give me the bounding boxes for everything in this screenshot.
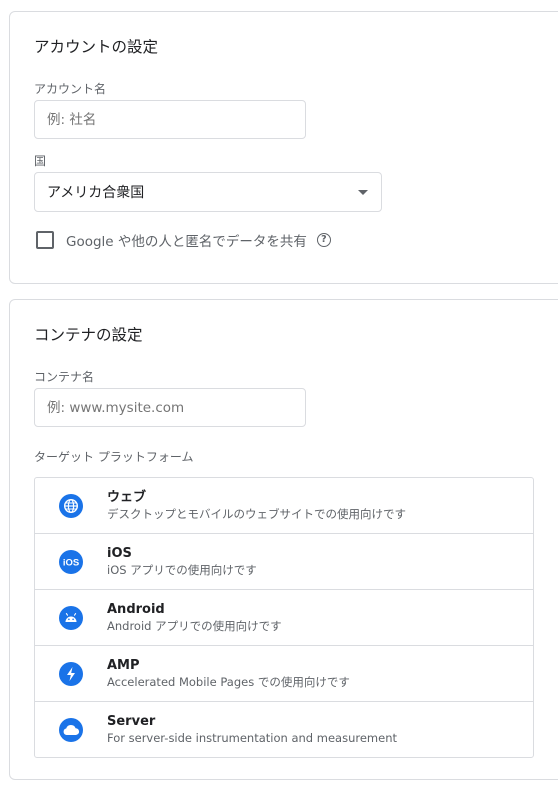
platform-option-amp[interactable]: AMP Accelerated Mobile Pages での使用向けです <box>35 645 533 701</box>
platform-description: デスクトップとモバイルのウェブサイトでの使用向けです <box>107 507 406 521</box>
platform-name: iOS <box>107 546 132 561</box>
amp-icon <box>59 661 83 686</box>
share-data-checkbox[interactable] <box>36 231 54 249</box>
country-select-value: アメリカ合衆国 <box>47 185 145 201</box>
globe-icon <box>59 493 83 518</box>
platform-list: ウェブ デスクトップとモバイルのウェブサイトでの使用向けです iOS iOS i… <box>34 477 534 758</box>
svg-text:iOS: iOS <box>63 557 79 568</box>
container-settings-card: コンテナの設定 コンテナ名 ターゲット プラットフォーム ウェブ デスクトップと… <box>9 299 558 780</box>
ios-icon: iOS <box>59 549 83 574</box>
platform-name: Android <box>107 602 165 617</box>
platform-option-server[interactable]: Server For server-side instrumentation a… <box>35 701 533 757</box>
platform-option-ios[interactable]: iOS iOS iOS アプリでの使用向けです <box>35 533 533 589</box>
country-select[interactable]: アメリカ合衆国 <box>34 172 382 212</box>
platform-description: Android アプリでの使用向けです <box>107 619 282 633</box>
platform-option-android[interactable]: Android Android アプリでの使用向けです <box>35 589 533 645</box>
cloud-icon <box>59 717 83 742</box>
target-platform-label: ターゲット プラットフォーム <box>34 450 194 464</box>
android-icon <box>59 605 83 630</box>
account-settings-card: アカウントの設定 アカウント名 国 アメリカ合衆国 Google や他の人と匿名… <box>9 11 558 284</box>
chevron-down-icon <box>358 190 368 195</box>
platform-option-web[interactable]: ウェブ デスクトップとモバイルのウェブサイトでの使用向けです <box>35 478 533 533</box>
platform-description: Accelerated Mobile Pages での使用向けです <box>107 675 350 689</box>
platform-description: iOS アプリでの使用向けです <box>107 563 257 577</box>
platform-name: AMP <box>107 658 140 673</box>
help-icon[interactable]: ? <box>316 233 331 247</box>
account-settings-title: アカウントの設定 <box>34 38 159 56</box>
platform-description: For server-side instrumentation and meas… <box>107 731 397 745</box>
container-name-input[interactable] <box>34 388 306 427</box>
container-settings-title: コンテナの設定 <box>34 326 143 344</box>
container-name-label: コンテナ名 <box>34 370 95 384</box>
country-label: 国 <box>34 154 47 168</box>
share-data-label[interactable]: Google や他の人と匿名でデータを共有 <box>66 230 307 250</box>
account-name-input[interactable] <box>34 100 306 139</box>
platform-name: ウェブ <box>107 490 147 505</box>
share-data-option: Google や他の人と匿名でデータを共有 ? <box>36 230 331 250</box>
account-name-label: アカウント名 <box>34 82 107 96</box>
platform-name: Server <box>107 714 156 729</box>
